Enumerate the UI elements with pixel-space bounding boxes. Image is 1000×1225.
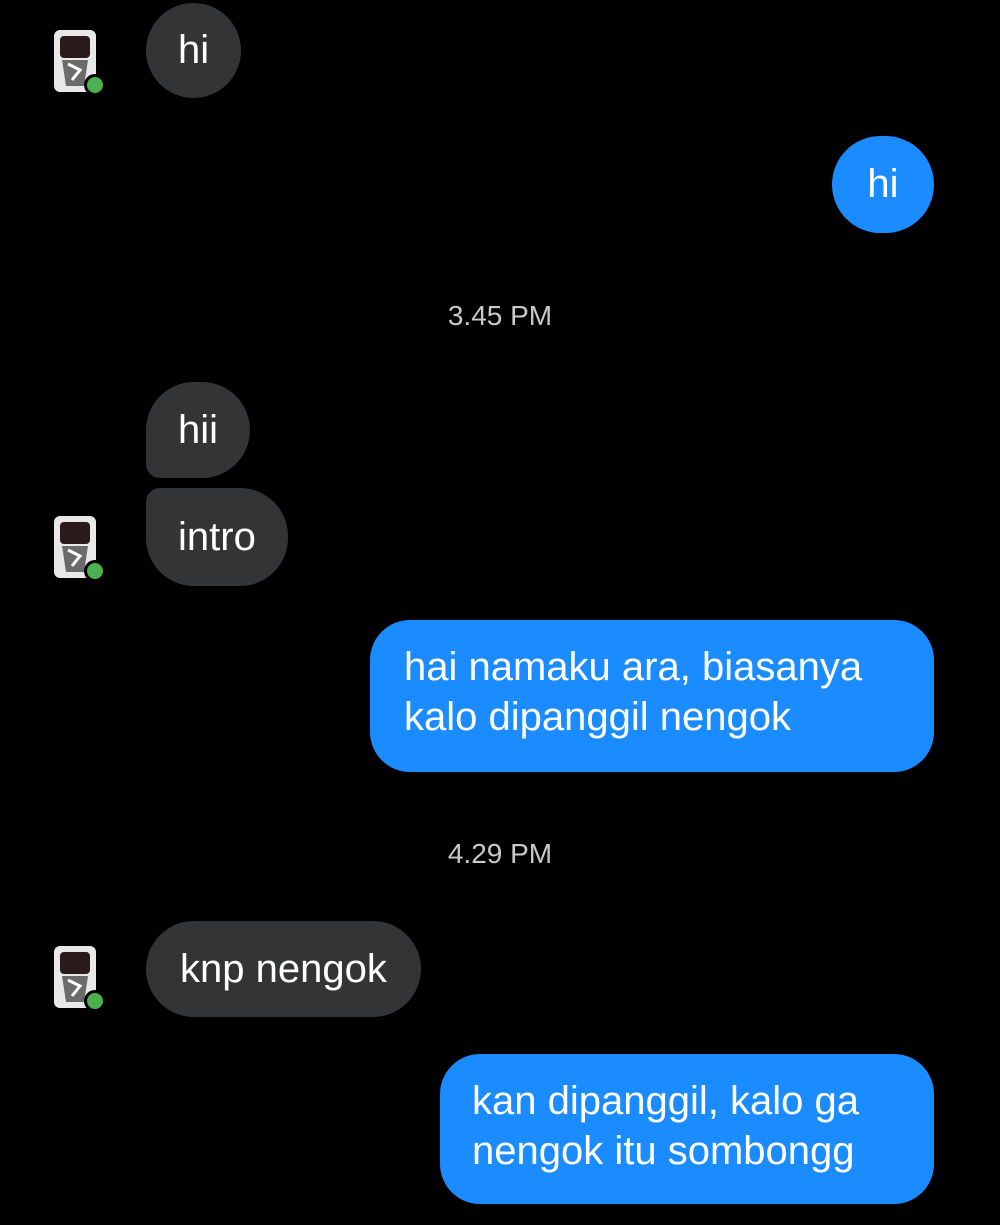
online-status-dot [84,990,106,1012]
message-line: hai namaku ara, biasanya [404,645,863,689]
online-status-dot [84,74,106,96]
message-line: kan dipanggil, kalo ga [472,1079,859,1123]
outgoing-message-bubble[interactable]: hai namaku ara, biasanya kalo dipanggil … [370,620,934,772]
message-timestamp: 3.45 PM [447,300,553,331]
contact-avatar[interactable] [50,26,106,96]
online-status-dot [84,560,106,582]
message-timestamp: 4.29 PM [447,838,553,869]
contact-avatar[interactable] [50,942,106,1012]
incoming-message-bubble[interactable]: hii [146,382,251,478]
incoming-message-bubble[interactable]: intro [146,488,288,586]
outgoing-message-bubble[interactable]: kan dipanggil, kalo ga nengok itu sombon… [440,1054,934,1204]
incoming-message-bubble[interactable]: knp nengok [146,921,421,1017]
message-line: nengok itu sombongg [472,1129,855,1173]
contact-avatar[interactable] [50,512,106,582]
incoming-message-bubble[interactable]: hi [146,3,242,98]
outgoing-message-bubble[interactable]: hi [832,136,934,233]
message-line: kalo dipanggil nengok [404,695,791,739]
